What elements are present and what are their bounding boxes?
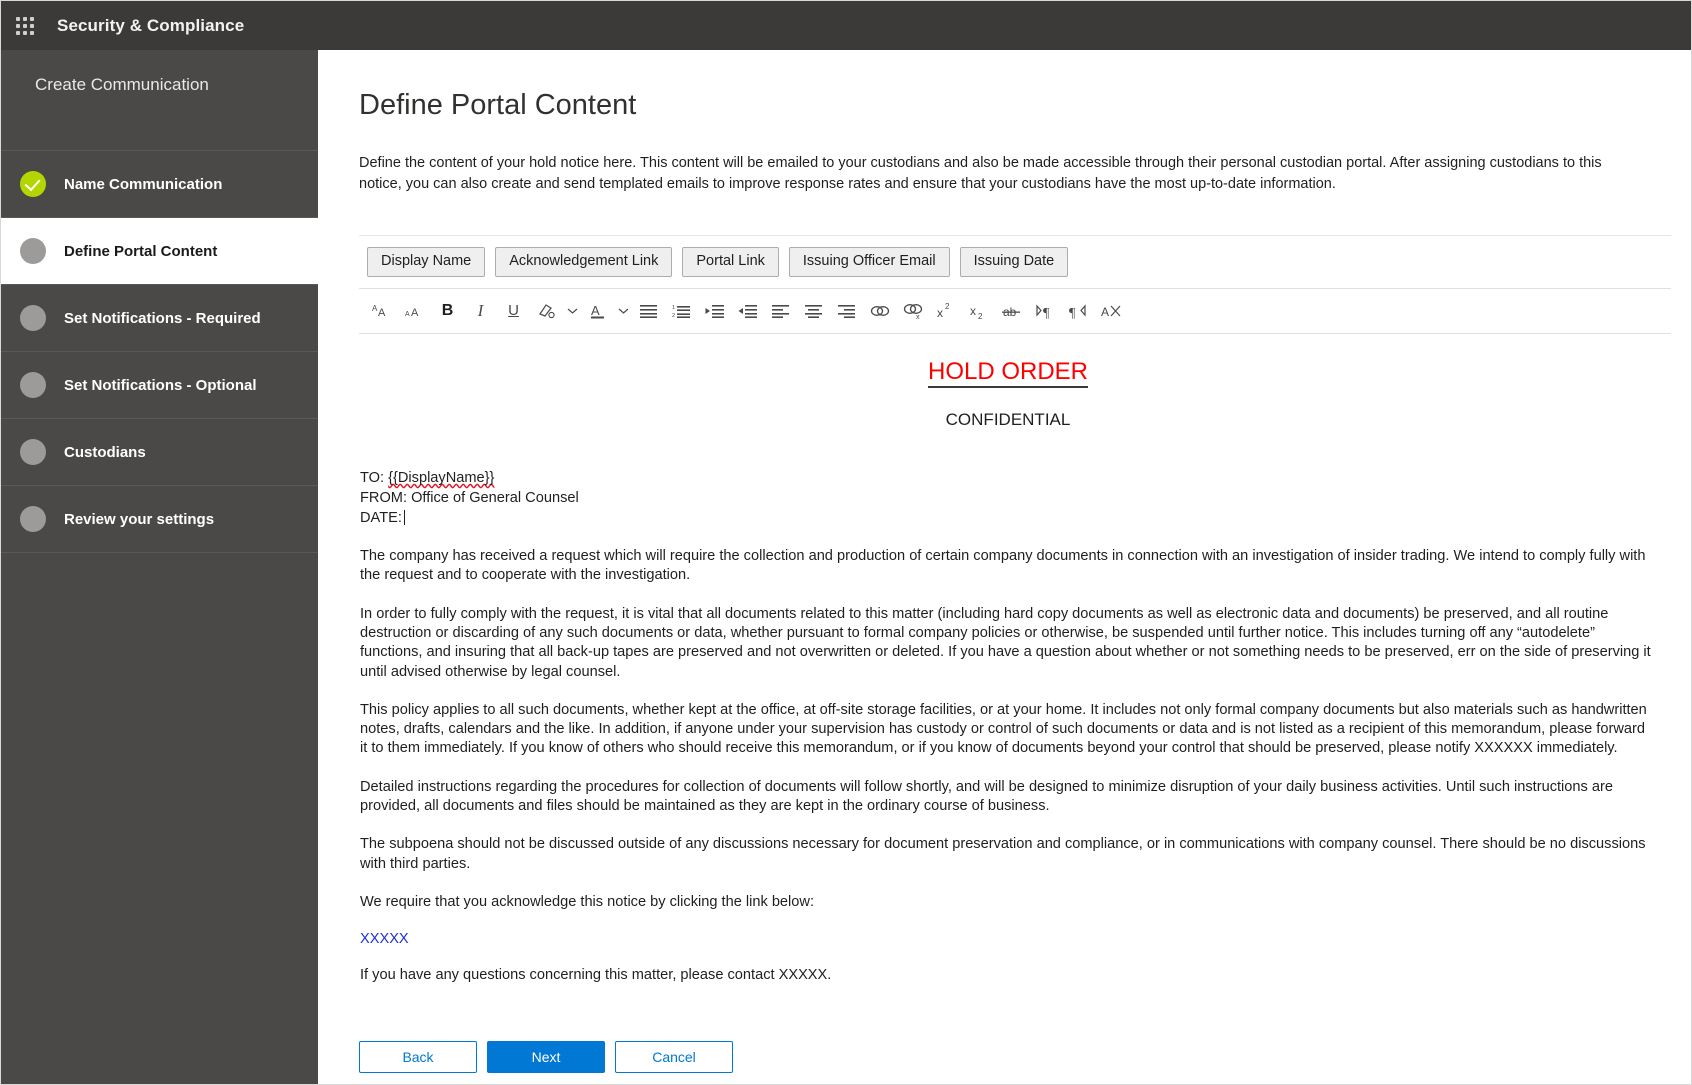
document-paragraph: In order to fully comply with the reques…	[360, 605, 1656, 682]
page-description: Define the content of your hold notice h…	[359, 153, 1609, 195]
app-launcher-icon[interactable]	[1, 1, 49, 50]
sidebar-item-name-communication[interactable]: Name Communication	[1, 151, 318, 218]
app-launcher-grid	[16, 17, 34, 35]
step-complete-icon	[20, 171, 46, 197]
cancel-button[interactable]: Cancel	[615, 1041, 733, 1073]
document-body[interactable]: HOLD ORDER CONFIDENTIAL TO: {{DisplayNam…	[359, 334, 1670, 986]
svg-text:x: x	[916, 314, 920, 320]
back-button[interactable]: Back	[359, 1041, 477, 1073]
svg-text:A: A	[405, 311, 410, 318]
token-issuing-date-button[interactable]: Issuing Date	[960, 247, 1069, 277]
svg-text:2: 2	[945, 302, 950, 311]
main-content: Define Portal Content Define the content…	[318, 50, 1692, 1085]
wizard-sidebar: Create Communication Name Communication …	[1, 50, 318, 1085]
bold-icon[interactable]: B	[431, 294, 464, 328]
token-button-row: Display Name Acknowledgement Link Portal…	[359, 236, 1671, 289]
acknowledgement-link[interactable]: XXXXX	[360, 931, 1656, 947]
sidebar-item-label: Custodians	[64, 444, 146, 461]
sidebar-header: Create Communication	[1, 50, 318, 151]
clear-formatting-icon[interactable]: A	[1094, 294, 1127, 328]
wizard-footer: Back Next Cancel	[359, 1041, 733, 1073]
subscript-icon[interactable]: x2	[962, 294, 995, 328]
date-line: DATE:	[360, 508, 1656, 528]
sidebar-item-review-your-settings[interactable]: Review your settings	[1, 486, 318, 553]
document-paragraph: The company has received a request which…	[360, 547, 1656, 586]
decrease-indent-icon[interactable]	[698, 294, 731, 328]
next-button[interactable]: Next	[487, 1041, 605, 1073]
suite-title: Security & Compliance	[57, 16, 244, 36]
sidebar-item-set-notifications-required[interactable]: Set Notifications - Required	[1, 285, 318, 352]
highlight-color-icon[interactable]	[530, 294, 563, 328]
sidebar-item-label: Name Communication	[64, 176, 222, 193]
sidebar-item-label: Review your settings	[64, 511, 214, 528]
token-display-name-button[interactable]: Display Name	[367, 247, 485, 277]
increase-indent-icon[interactable]	[731, 294, 764, 328]
to-line: TO: {{DisplayName}}	[360, 468, 1656, 488]
strikethrough-icon[interactable]: ab	[995, 294, 1028, 328]
sidebar-item-label: Define Portal Content	[64, 243, 217, 260]
insert-link-icon[interactable]	[863, 294, 896, 328]
ltr-paragraph-icon[interactable]: ¶	[1028, 294, 1061, 328]
underline-icon[interactable]: U	[497, 294, 530, 328]
shrink-font-icon[interactable]: AA	[398, 294, 431, 328]
superscript-icon[interactable]: x2	[929, 294, 962, 328]
svg-text:2: 2	[672, 313, 675, 319]
svg-text:x: x	[937, 306, 943, 320]
svg-text:x: x	[970, 304, 976, 318]
to-label: TO:	[360, 470, 388, 486]
svg-text:A: A	[411, 307, 419, 319]
display-name-token: {{DisplayName}}	[388, 470, 494, 486]
sidebar-item-label: Set Notifications - Required	[64, 310, 261, 327]
page-title: Define Portal Content	[359, 89, 1692, 122]
highlight-color-chevron-down-icon[interactable]	[563, 294, 581, 328]
align-right-icon[interactable]	[830, 294, 863, 328]
remove-link-icon[interactable]: x	[896, 294, 929, 328]
rtl-paragraph-icon[interactable]: ¶	[1061, 294, 1094, 328]
formatting-toolbar: AA AA B I U	[359, 289, 1671, 334]
numbered-list-icon[interactable]: 1 2	[665, 294, 698, 328]
bulleted-list-icon[interactable]	[632, 294, 665, 328]
grow-font-icon[interactable]: AA	[365, 294, 398, 328]
step-pending-icon	[20, 506, 46, 532]
step-pending-icon	[20, 439, 46, 465]
step-pending-icon	[20, 305, 46, 331]
sidebar-item-label: Set Notifications - Optional	[64, 377, 257, 394]
svg-text:¶: ¶	[1043, 306, 1050, 320]
svg-text:A: A	[591, 303, 600, 318]
document-paragraph: We require that you acknowledge this not…	[360, 893, 1656, 912]
date-label: DATE:	[360, 510, 402, 526]
document-title-text: HOLD ORDER	[928, 358, 1088, 388]
font-color-icon[interactable]: A	[581, 294, 614, 328]
content-editor: Display Name Acknowledgement Link Portal…	[359, 235, 1671, 1033]
document-title: HOLD ORDER	[360, 359, 1656, 385]
document-paragraph: The subpoena should not be discussed out…	[360, 835, 1656, 874]
rich-text-editor-surface[interactable]: HOLD ORDER CONFIDENTIAL TO: {{DisplayNam…	[359, 334, 1671, 1012]
token-issuing-officer-email-button[interactable]: Issuing Officer Email	[789, 247, 950, 277]
token-acknowledgement-link-button[interactable]: Acknowledgement Link	[495, 247, 672, 277]
font-color-chevron-down-icon[interactable]	[614, 294, 632, 328]
sidebar-item-set-notifications-optional[interactable]: Set Notifications - Optional	[1, 352, 318, 419]
token-portal-link-button[interactable]: Portal Link	[682, 247, 779, 277]
align-left-icon[interactable]	[764, 294, 797, 328]
italic-icon[interactable]: I	[464, 294, 497, 328]
suite-bar: Security & Compliance	[1, 1, 1692, 50]
document-paragraph: This policy applies to all such document…	[360, 701, 1656, 759]
svg-text:1: 1	[672, 305, 675, 311]
step-pending-icon	[20, 372, 46, 398]
svg-text:¶: ¶	[1069, 306, 1076, 320]
document-closing-paragraph: If you have any questions concerning thi…	[360, 966, 1656, 985]
svg-text:2: 2	[978, 312, 983, 320]
from-line: FROM: Office of General Counsel	[360, 488, 1656, 508]
document-classification: CONFIDENTIAL	[360, 410, 1656, 430]
sidebar-item-define-portal-content[interactable]: Define Portal Content	[1, 218, 318, 285]
step-pending-icon	[20, 238, 46, 264]
document-header-block: TO: {{DisplayName}} FROM: Office of Gene…	[360, 468, 1656, 528]
document-paragraph: Detailed instructions regarding the proc…	[360, 778, 1656, 817]
svg-text:A: A	[1101, 305, 1109, 319]
text-cursor	[404, 510, 405, 525]
sidebar-item-custodians[interactable]: Custodians	[1, 419, 318, 486]
svg-text:A: A	[378, 307, 386, 319]
align-center-icon[interactable]	[797, 294, 830, 328]
security-compliance-app: Security & Compliance Create Communicati…	[0, 0, 1692, 1085]
